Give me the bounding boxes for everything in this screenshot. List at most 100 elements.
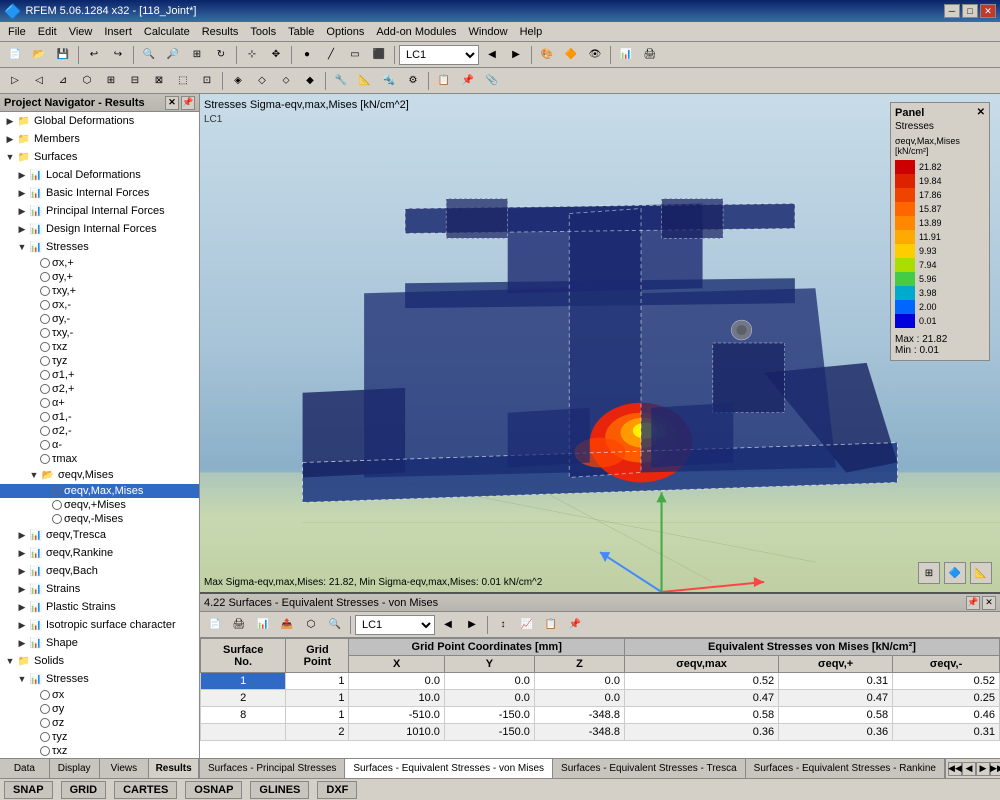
tree-item-34[interactable]: ▼📁Solids xyxy=(0,652,199,670)
result-tab-2[interactable]: Surfaces - Equivalent Stresses - Tresca xyxy=(553,759,746,778)
tree-item-5[interactable]: ▶📊Principal Internal Forces xyxy=(0,202,199,220)
menu-file[interactable]: File xyxy=(2,24,32,40)
legend-close-button[interactable]: ✕ xyxy=(977,107,985,119)
tree-toggle-1[interactable]: ▶ xyxy=(4,133,16,145)
minimize-button[interactable]: ─ xyxy=(944,4,960,18)
tb-save[interactable]: 💾 xyxy=(52,44,74,66)
table-row-1[interactable]: 2 1 10.0 0.0 0.0 0.47 0.47 0.25 xyxy=(201,690,1000,707)
tb-render[interactable]: 🎨 xyxy=(536,44,558,66)
tb2-7[interactable]: ⊠ xyxy=(148,70,170,92)
legend-btn-2[interactable]: 🔷 xyxy=(944,562,966,584)
tree-item-22[interactable]: τmax xyxy=(0,452,199,466)
menu-options[interactable]: Options xyxy=(320,24,370,40)
table-row-2[interactable]: 8 1 -510.0 -150.0 -348.8 0.58 0.58 0.46 xyxy=(201,707,1000,724)
menu-addons[interactable]: Add-on Modules xyxy=(370,24,462,40)
menu-edit[interactable]: Edit xyxy=(32,24,63,40)
status-item-osnap[interactable]: OSNAP xyxy=(185,781,242,799)
tb2-11[interactable]: ◇ xyxy=(251,70,273,92)
tb2-14[interactable]: 🔧 xyxy=(330,70,352,92)
menu-results[interactable]: Results xyxy=(196,24,245,40)
tb-prev-lc[interactable]: ◀ xyxy=(481,44,503,66)
tb-undo[interactable]: ↩ xyxy=(83,44,105,66)
status-item-cartes[interactable]: CARTES xyxy=(114,781,177,799)
status-item-glines[interactable]: GLINES xyxy=(250,781,309,799)
tb2-10[interactable]: ◈ xyxy=(227,70,249,92)
tree-item-0[interactable]: ▶📁Global Deformations xyxy=(0,112,199,130)
tb-select[interactable]: ⊹ xyxy=(241,44,263,66)
tb-next-lc[interactable]: ▶ xyxy=(505,44,527,66)
tree-item-38[interactable]: σz xyxy=(0,716,199,730)
rt-btn-6[interactable]: 🔍 xyxy=(324,614,346,636)
tree-item-31[interactable]: ▶📊Plastic Strains xyxy=(0,598,199,616)
table-row-0[interactable]: 1 1 0.0 0.0 0.0 0.52 0.31 0.52 xyxy=(201,673,1000,690)
table-container[interactable]: SurfaceNo. GridPoint Grid Point Coordina… xyxy=(200,638,1000,758)
rt-btn-7[interactable]: ↕ xyxy=(492,614,514,636)
tree-item-36[interactable]: σx xyxy=(0,688,199,702)
tree-item-35[interactable]: ▼📊Stresses xyxy=(0,670,199,688)
tb-new[interactable]: 📄 xyxy=(4,44,26,66)
result-tab-0[interactable]: Surfaces - Principal Stresses xyxy=(200,759,345,778)
tree-toggle-35[interactable]: ▼ xyxy=(16,673,28,685)
tb2-20[interactable]: 📎 xyxy=(481,70,503,92)
status-item-dxf[interactable]: DXF xyxy=(317,781,357,799)
menu-view[interactable]: View xyxy=(63,24,99,40)
tree-toggle-7[interactable]: ▼ xyxy=(16,241,28,253)
tb2-12[interactable]: ⬦ xyxy=(275,70,297,92)
tb2-5[interactable]: ⊞ xyxy=(100,70,122,92)
tb2-13[interactable]: ◆ xyxy=(299,70,321,92)
tree-item-7[interactable]: ▼📊Stresses xyxy=(0,238,199,256)
rt-prev[interactable]: ◀ xyxy=(437,614,459,636)
tree-item-11[interactable]: σx,- xyxy=(0,298,199,312)
tab-nav-last[interactable]: ▶▶ xyxy=(990,762,1000,776)
tree-toggle-23[interactable]: ▼ xyxy=(28,469,40,481)
viewport[interactable]: Stresses Sigma-eqv,max,Mises [kN/cm^2] L… xyxy=(200,94,1000,594)
tree-item-14[interactable]: τxz xyxy=(0,340,199,354)
tab-nav-left[interactable]: ◀ xyxy=(962,762,976,776)
tb-move[interactable]: ✥ xyxy=(265,44,287,66)
tab-nav-prev[interactable]: ◀◀ xyxy=(948,762,962,776)
tb2-17[interactable]: ⚙ xyxy=(402,70,424,92)
tree-item-9[interactable]: σy,+ xyxy=(0,270,199,284)
tree-item-1[interactable]: ▶📁Members xyxy=(0,130,199,148)
tree-item-25[interactable]: σeqv,+Mises xyxy=(0,498,199,512)
results-close-btn[interactable]: ✕ xyxy=(982,596,996,610)
tb-rotate[interactable]: ↻ xyxy=(210,44,232,66)
rt-btn-1[interactable]: 📄 xyxy=(204,614,226,636)
tree-toggle-2[interactable]: ▼ xyxy=(4,151,16,163)
rt-btn-5[interactable]: ⬡ xyxy=(300,614,322,636)
legend-btn-3[interactable]: 📐 xyxy=(970,562,992,584)
tb-zoom-out[interactable]: 🔎 xyxy=(162,44,184,66)
tb-zoom-in[interactable]: 🔍 xyxy=(138,44,160,66)
tree-toggle-28[interactable]: ▶ xyxy=(16,547,28,559)
panel-close-left[interactable]: ✕ xyxy=(165,96,179,110)
results-pin-btn[interactable]: 📌 xyxy=(966,596,980,610)
tree-item-40[interactable]: τxz xyxy=(0,744,199,758)
tree-item-27[interactable]: ▶📊σeqv,Tresca xyxy=(0,526,199,544)
tree-item-10[interactable]: τxy,+ xyxy=(0,284,199,298)
menu-calculate[interactable]: Calculate xyxy=(138,24,196,40)
tree-item-18[interactable]: α+ xyxy=(0,396,199,410)
tree-item-33[interactable]: ▶📊Shape xyxy=(0,634,199,652)
tb-material[interactable]: 🔶 xyxy=(560,44,582,66)
tree-item-20[interactable]: σ2,- xyxy=(0,424,199,438)
lc-combo[interactable]: LC1 xyxy=(399,45,479,65)
tb2-1[interactable]: ▷ xyxy=(4,70,26,92)
result-tab-1[interactable]: Surfaces - Equivalent Stresses - von Mis… xyxy=(345,759,553,778)
tree-item-6[interactable]: ▶📊Design Internal Forces xyxy=(0,220,199,238)
tree-toggle-33[interactable]: ▶ xyxy=(16,637,28,649)
tree-toggle-29[interactable]: ▶ xyxy=(16,565,28,577)
tree-toggle-31[interactable]: ▶ xyxy=(16,601,28,613)
menu-table[interactable]: Table xyxy=(282,24,320,40)
tree-toggle-32[interactable]: ▶ xyxy=(16,619,28,631)
tb-display[interactable]: 👁 xyxy=(584,44,606,66)
tree-item-12[interactable]: σy,- xyxy=(0,312,199,326)
tree-item-23[interactable]: ▼📂σeqv,Mises xyxy=(0,466,199,484)
tree-toggle-4[interactable]: ▶ xyxy=(16,187,28,199)
tb-result-diagram[interactable]: 📊 xyxy=(615,44,637,66)
tree-item-39[interactable]: τyz xyxy=(0,730,199,744)
tree-item-17[interactable]: σ2,+ xyxy=(0,382,199,396)
tree-item-15[interactable]: τyz xyxy=(0,354,199,368)
tree-item-19[interactable]: σ1,- xyxy=(0,410,199,424)
tree-toggle-27[interactable]: ▶ xyxy=(16,529,28,541)
tree-item-21[interactable]: α- xyxy=(0,438,199,452)
